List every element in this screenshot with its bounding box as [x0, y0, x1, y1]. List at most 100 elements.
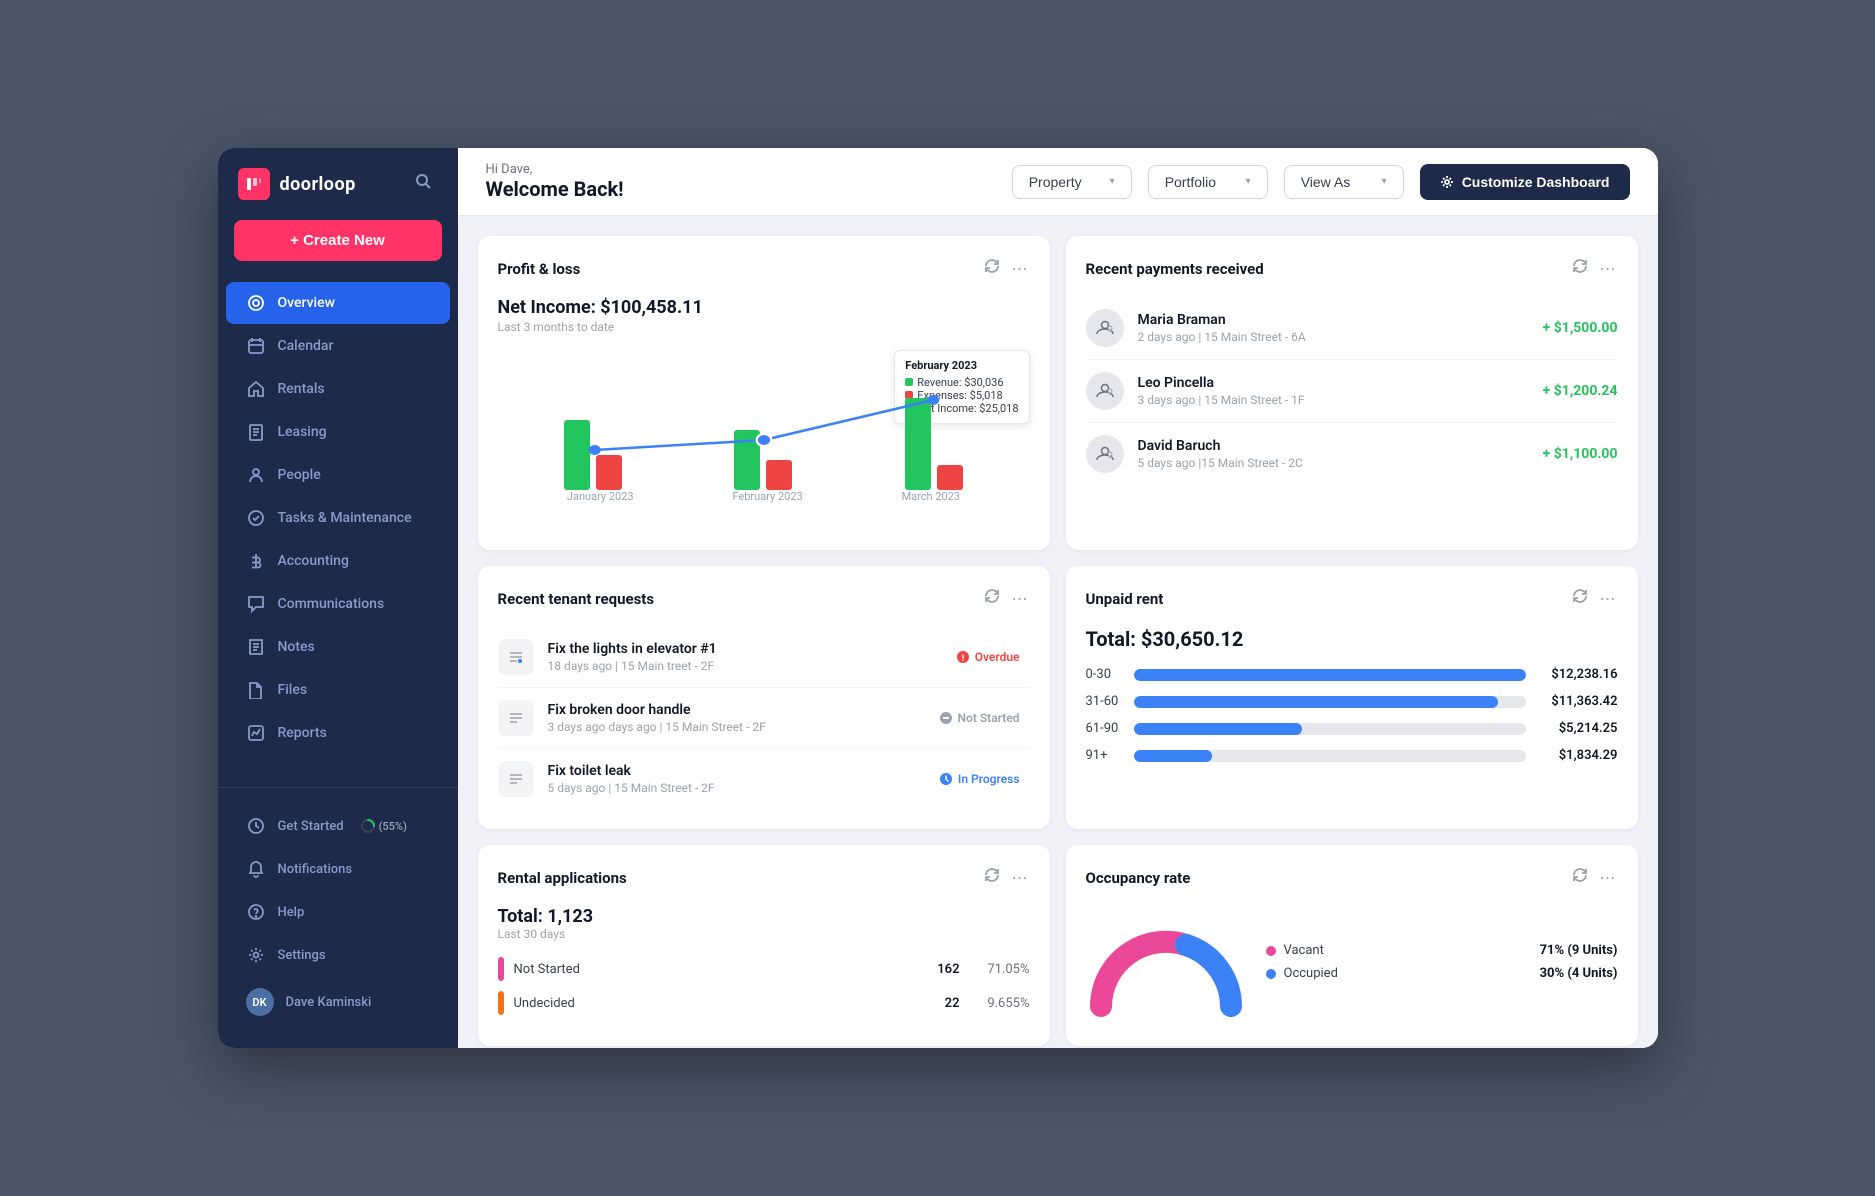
payments-list: Maria Braman 2 days ago | 15 Main Street…: [1086, 297, 1618, 485]
app-color-bar-1: [498, 991, 504, 1015]
sidebar-item-files[interactable]: Files: [226, 669, 450, 711]
sidebar-item-user[interactable]: DK Dave Kaminski: [226, 977, 450, 1027]
applications-refresh-button[interactable]: [982, 865, 1002, 890]
sidebar-item-communications[interactable]: Communications: [226, 583, 450, 625]
user-avatar: DK: [246, 988, 274, 1016]
requests-refresh-button[interactable]: [982, 586, 1002, 611]
request-icon-2: [498, 761, 534, 797]
sidebar-item-notes[interactable]: Notes: [226, 626, 450, 668]
sidebar-item-notifications[interactable]: Notifications: [226, 848, 450, 890]
sidebar-item-rentals[interactable]: Rentals: [226, 368, 450, 410]
portfolio-filter[interactable]: Portfolio ▾: [1148, 165, 1268, 199]
welcome-area: Hi Dave, Welcome Back!: [486, 162, 996, 201]
payments-refresh-button[interactable]: [1570, 256, 1590, 281]
app-row-pct-1: 9.655%: [970, 996, 1030, 1011]
rent-bar-track-0: [1134, 669, 1526, 681]
card-header-requests: Recent tenant requests ⋯: [498, 586, 1030, 611]
unpaid-rent-refresh-button[interactable]: [1570, 586, 1590, 611]
sidebar-item-label-get-started: Get Started: [278, 819, 344, 834]
sidebar-item-label-accounting: Accounting: [278, 553, 349, 569]
payment-avatar-1: [1086, 372, 1124, 410]
profit-loss-more-button[interactable]: ⋯: [1010, 256, 1030, 281]
request-meta-1: 3 days ago days ago | 15 Main Street - 2…: [548, 720, 915, 734]
user-name: Dave Kaminski: [286, 995, 372, 1010]
app-row-pct-0: 71.05%: [970, 962, 1030, 977]
sidebar-item-label-people: People: [278, 467, 321, 483]
sidebar-item-calendar[interactable]: Calendar: [226, 325, 450, 367]
tasks-icon: [246, 508, 266, 528]
sidebar-item-leasing[interactable]: Leasing: [226, 411, 450, 453]
rent-bar-amount-2: $5,214.25: [1538, 721, 1618, 736]
tenant-requests-card: Recent tenant requests ⋯: [478, 566, 1050, 829]
rent-bar-fill-3: [1134, 750, 1212, 762]
applications-more-button[interactable]: ⋯: [1010, 865, 1030, 890]
request-item-2: Fix toilet leak 5 days ago | 15 Main Str…: [498, 749, 1030, 809]
request-title-2: Fix toilet leak: [548, 763, 915, 779]
sidebar-item-label-overview: Overview: [278, 295, 335, 311]
in-progress-icon: [939, 772, 953, 786]
sidebar-item-overview[interactable]: Overview: [226, 282, 450, 324]
profit-loss-refresh-button[interactable]: [982, 256, 1002, 281]
card-header-occupancy: Occupancy rate ⋯: [1086, 865, 1618, 890]
card-header-payments: Recent payments received ⋯: [1086, 256, 1618, 281]
app-color-bar-0: [498, 957, 504, 981]
property-filter[interactable]: Property ▾: [1012, 165, 1132, 199]
sidebar-item-label-rentals: Rentals: [278, 381, 325, 397]
sidebar-item-help[interactable]: Help: [226, 891, 450, 933]
rent-bar-row-3: 91+ $1,834.29: [1086, 748, 1618, 763]
sidebar-item-reports[interactable]: Reports: [226, 712, 450, 754]
overdue-icon: !: [956, 650, 970, 664]
payment-meta-2: 5 days ago |15 Main Street - 2C: [1138, 456, 1529, 470]
applications-rows: Not Started 162 71.05% Undecided 22 9.65…: [498, 957, 1030, 1015]
unpaid-rent-actions: ⋯: [1570, 586, 1618, 611]
pnl-period: Last 3 months to date: [498, 320, 1030, 334]
get-started-icon: [246, 816, 266, 836]
overview-icon: [246, 293, 266, 313]
payment-name-2: David Baruch: [1138, 438, 1529, 454]
payment-name-0: Maria Braman: [1138, 312, 1529, 328]
payment-name-1: Leo Pincella: [1138, 375, 1529, 391]
rent-bar-track-2: [1134, 723, 1526, 735]
leasing-icon: [246, 422, 266, 442]
app-row-count-0: 162: [920, 962, 960, 977]
request-title-1: Fix broken door handle: [548, 702, 915, 718]
sidebar-item-accounting[interactable]: Accounting: [226, 540, 450, 582]
chart-x-labels: January 2023 February 2023 March 2023: [498, 490, 1030, 503]
sidebar-logo-area: doorloop: [218, 168, 458, 220]
request-meta-2: 5 days ago | 15 Main Street - 2F: [548, 781, 915, 795]
rentals-icon: [246, 379, 266, 399]
sidebar-item-label-leasing: Leasing: [278, 424, 327, 440]
occupancy-refresh-button[interactable]: [1570, 865, 1590, 890]
view-as-filter[interactable]: View As ▾: [1284, 165, 1404, 199]
search-icon[interactable]: [414, 172, 438, 196]
dashboard-grid: Profit & loss ⋯ Net Incom: [458, 216, 1658, 1048]
sidebar-item-tasks[interactable]: Tasks & Maintenance: [226, 497, 450, 539]
sidebar-item-settings[interactable]: Settings: [226, 934, 450, 976]
pnl-net-income: Net Income: $100,458.11: [498, 297, 1030, 318]
vacant-label: Vacant: [1284, 943, 1324, 958]
rent-bar-amount-1: $11,363.42: [1538, 694, 1618, 709]
card-header-applications: Rental applications ⋯: [498, 865, 1030, 890]
requests-more-button[interactable]: ⋯: [1010, 586, 1030, 611]
rent-bar-track-1: [1134, 696, 1526, 708]
payment-item-0: Maria Braman 2 days ago | 15 Main Street…: [1086, 297, 1618, 360]
occupancy-legend: Vacant 71% (9 Units) Occupied 30% (4 Uni…: [1266, 943, 1618, 989]
request-info-1: Fix broken door handle 3 days ago days a…: [548, 702, 915, 734]
request-icon-0: [498, 639, 534, 675]
payments-more-button[interactable]: ⋯: [1598, 256, 1618, 281]
payment-item-2: David Baruch 5 days ago |15 Main Street …: [1086, 423, 1618, 485]
help-icon: [246, 902, 266, 922]
sidebar-item-get-started[interactable]: Get Started (55%): [226, 805, 450, 847]
occupancy-content: Vacant 71% (9 Units) Occupied 30% (4 Uni…: [1086, 906, 1618, 1026]
create-new-button[interactable]: + Create New: [234, 220, 442, 261]
unpaid-rent-more-button[interactable]: ⋯: [1598, 586, 1618, 611]
chevron-down-icon: ▾: [1246, 176, 1251, 187]
occupancy-title: Occupancy rate: [1086, 869, 1191, 887]
customize-dashboard-button[interactable]: Customize Dashboard: [1420, 164, 1630, 200]
occupied-label: Occupied: [1284, 966, 1338, 981]
request-info-0: Fix the lights in elevator #1 18 days ag…: [548, 641, 932, 673]
rental-applications-card: Rental applications ⋯ Tot: [478, 845, 1050, 1046]
unpaid-rent-bars: 0-30 $12,238.16 31-60 $11,363.42: [1086, 667, 1618, 763]
occupancy-more-button[interactable]: ⋯: [1598, 865, 1618, 890]
sidebar-item-people[interactable]: People: [226, 454, 450, 496]
